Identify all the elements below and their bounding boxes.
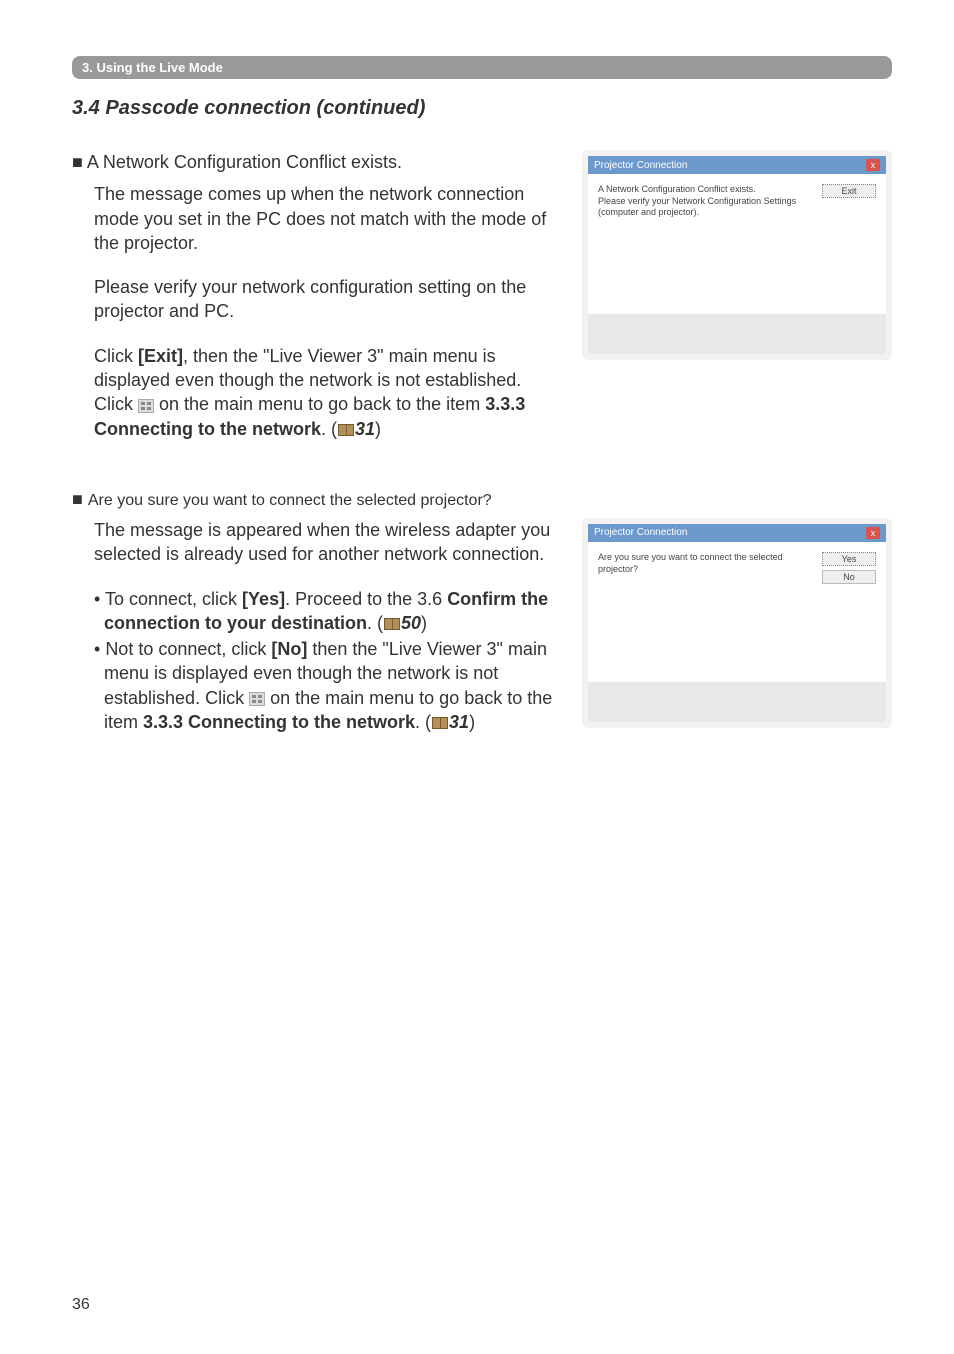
text-fragment: . Proceed to the 3.6 [285, 589, 447, 609]
text-fragment: ) [375, 419, 381, 439]
text-fragment: To connect, click [105, 589, 242, 609]
dialog-confirm: Projector Connection x Are you sure you … [582, 518, 892, 728]
square-bullet-icon: ■ [72, 152, 87, 172]
no-label: [No] [271, 639, 307, 659]
no-button[interactable]: No [822, 570, 876, 584]
list-item: • Not to connect, click [No] then the "L… [94, 637, 564, 734]
ref-label: 3.3.3 Connecting to the network [143, 712, 415, 732]
dialog-column: Projector Connection x Are you sure you … [582, 518, 892, 734]
yes-label: [Yes] [242, 589, 285, 609]
block-confirm: ■ Are you sure you want to connect the s… [72, 489, 892, 734]
dialog-buttons: Yes No [822, 552, 876, 672]
text-fragment: on the main menu to go back to the item [154, 394, 485, 414]
dialog-conflict: Projector Connection x A Network Configu… [582, 150, 892, 360]
section-heading: 3.4 Passcode connection (continued) [72, 97, 892, 120]
page-ref: 31 [355, 419, 375, 439]
bullet-line: ■ A Network Configuration Conflict exist… [72, 150, 564, 174]
dialog-column: Projector Connection x A Network Configu… [582, 150, 892, 461]
page-number: 36 [72, 1296, 90, 1314]
text-fragment: ) [421, 613, 427, 633]
dialog-footer [588, 314, 886, 354]
dialog-title: Projector Connection [594, 160, 687, 171]
page-ref: 50 [401, 613, 421, 633]
paragraph: Please verify your network configuration… [94, 275, 564, 324]
paragraph: Click [Exit], then the "Live Viewer 3" m… [94, 344, 564, 441]
text-fragment: . ( [367, 613, 383, 633]
page-ref: 31 [449, 712, 469, 732]
bullet-line: ■ Are you sure you want to connect the s… [72, 489, 892, 510]
exit-label: [Exit] [138, 346, 183, 366]
text-fragment: Not to connect, click [105, 639, 271, 659]
dialog-msg-line: Please verify your Network Configuration… [598, 196, 812, 219]
dialog-body: Are you sure you want to connect the sel… [588, 542, 886, 682]
dialog-buttons: Exit [822, 184, 876, 304]
bullet-title: Are you sure you want to connect the sel… [88, 492, 492, 509]
bullet-title: A Network Configuration Conflict exists. [87, 152, 402, 172]
paragraph: The message comes up when the network co… [94, 182, 564, 255]
text-fragment: . ( [321, 419, 337, 439]
dialog-msg-line: A Network Configuration Conflict exists. [598, 184, 812, 196]
paragraph: The message is appeared when the wireles… [94, 518, 564, 567]
dialog-footer [588, 682, 886, 722]
connect-icon [249, 692, 265, 706]
square-bullet-icon: ■ [72, 489, 88, 509]
text-column: ■ A Network Configuration Conflict exist… [72, 150, 564, 461]
dialog-titlebar: Projector Connection x [588, 156, 886, 174]
book-icon [384, 618, 400, 630]
text-fragment: ) [469, 712, 475, 732]
dialog-titlebar: Projector Connection x [588, 524, 886, 542]
text-fragment: . ( [415, 712, 431, 732]
text-fragment: Click [94, 346, 138, 366]
book-icon [432, 717, 448, 729]
text-column: The message is appeared when the wireles… [72, 518, 564, 734]
close-icon[interactable]: x [866, 159, 880, 171]
book-icon [338, 424, 354, 436]
dialog-body: A Network Configuration Conflict exists.… [588, 174, 886, 314]
close-icon[interactable]: x [866, 527, 880, 539]
yes-button[interactable]: Yes [822, 552, 876, 566]
dialog-message: Are you sure you want to connect the sel… [598, 552, 812, 672]
exit-button[interactable]: Exit [822, 184, 876, 198]
connect-icon [138, 399, 154, 413]
dialog-message: A Network Configuration Conflict exists.… [598, 184, 812, 304]
section-bar: 3. Using the Live Mode [72, 56, 892, 79]
block-conflict: ■ A Network Configuration Conflict exist… [72, 150, 892, 461]
dialog-title: Projector Connection [594, 527, 687, 538]
list-item: • To connect, click [Yes]. Proceed to th… [94, 587, 564, 636]
